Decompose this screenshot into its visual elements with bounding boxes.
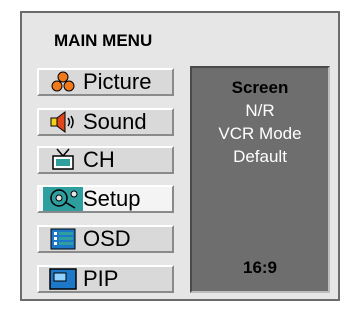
menu-item-label: Sound bbox=[83, 109, 147, 134]
tv-antenna-icon bbox=[43, 148, 83, 172]
submenu-option-vcr-mode[interactable]: VCR Mode bbox=[192, 124, 328, 144]
menu-title: MAIN MENU bbox=[54, 31, 153, 50]
menu-item-label: Setup bbox=[83, 186, 141, 211]
osd-icon bbox=[43, 227, 83, 251]
submenu-panel: Screen N/R VCR Mode Default 16:9 bbox=[190, 66, 330, 293]
menu-item-ch[interactable]: CH bbox=[37, 146, 174, 174]
aspect-ratio-value[interactable]: 16:9 bbox=[192, 258, 328, 278]
menu-item-label: CH bbox=[83, 147, 115, 172]
menu-item-label: OSD bbox=[83, 226, 131, 251]
menu-item-label: Picture bbox=[83, 69, 152, 94]
osd-menu-window: MAIN MENU Picture Sound CH Setup OSD PIP… bbox=[20, 11, 340, 301]
menu-item-setup[interactable]: Setup bbox=[37, 185, 174, 213]
speaker-icon bbox=[43, 110, 83, 134]
picture-icon bbox=[43, 70, 83, 94]
menu-item-osd[interactable]: OSD bbox=[37, 225, 174, 253]
submenu-heading: Screen bbox=[231, 78, 289, 97]
submenu-option-nr[interactable]: N/R bbox=[192, 101, 328, 121]
menu-item-label: PIP bbox=[83, 266, 119, 291]
pip-icon bbox=[43, 267, 83, 291]
menu-item-sound[interactable]: Sound bbox=[37, 108, 174, 136]
submenu-option-default[interactable]: Default bbox=[192, 147, 328, 167]
menu-item-pip[interactable]: PIP bbox=[37, 265, 174, 293]
menu-item-picture[interactable]: Picture bbox=[37, 68, 174, 96]
setup-icon bbox=[43, 187, 83, 211]
